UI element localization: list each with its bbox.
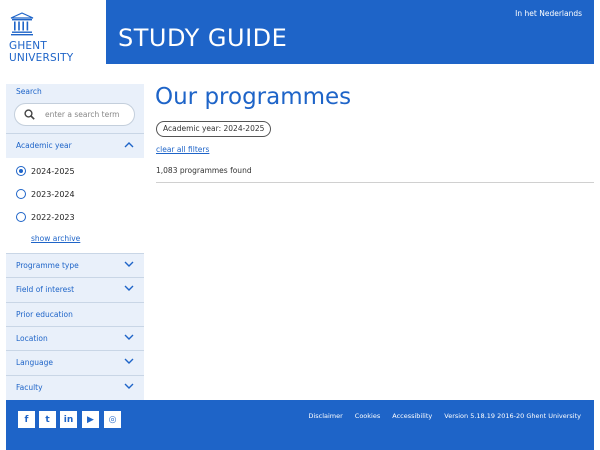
cookies-link[interactable]: Cookies	[355, 412, 380, 420]
filter-faculty[interactable]: Faculty	[6, 375, 144, 399]
chevron-down-icon	[124, 334, 134, 340]
radio-label: 2022-2023	[31, 212, 75, 222]
twitter-icon[interactable]: t	[39, 411, 56, 428]
university-name-line2: UNIVERSITY	[9, 52, 74, 64]
language-switch-link[interactable]: In het Nederlands	[515, 9, 582, 18]
building-icon	[10, 12, 34, 36]
filter-label: Field of interest	[16, 285, 75, 294]
radio-unselected-icon	[16, 212, 26, 222]
search-input[interactable]	[43, 107, 131, 122]
site-title[interactable]: STUDY GUIDE	[118, 24, 287, 52]
academic-year-options: 2024-2025 2023-2024 2022-2023 show archi…	[6, 158, 144, 254]
radio-label: 2024-2025	[31, 166, 75, 176]
accessibility-link[interactable]: Accessibility	[392, 412, 432, 420]
page-title: Our programmes	[155, 84, 352, 110]
filter-label: Faculty	[16, 383, 43, 392]
chevron-down-icon	[124, 261, 134, 267]
search-box[interactable]	[14, 103, 135, 126]
active-filter-chip[interactable]: Academic year: 2024-2025	[156, 121, 272, 137]
chevron-down-icon	[124, 358, 134, 364]
filter-location[interactable]: Location	[6, 326, 144, 350]
radio-unselected-icon	[16, 189, 26, 199]
filter-academic-year[interactable]: Academic year	[6, 133, 144, 157]
filter-prior-education[interactable]: Prior education	[6, 302, 144, 326]
linkedin-icon[interactable]: in	[60, 411, 77, 428]
radio-selected-icon	[16, 166, 26, 176]
footer-links: Disclaimer Cookies Accessibility Version…	[308, 412, 581, 420]
show-archive-link[interactable]: show archive	[31, 234, 80, 243]
results-count: 1,083 programmes found	[156, 166, 252, 175]
radio-year-2022-2023[interactable]: 2022-2023	[16, 212, 75, 222]
chevron-down-icon	[124, 285, 134, 291]
facebook-icon[interactable]: f	[18, 411, 35, 428]
version-text: Version 5.18.19 2016-20 Ghent University	[444, 412, 581, 420]
filter-label: Language	[16, 358, 54, 367]
university-logo[interactable]: GHENT UNIVERSITY	[0, 0, 106, 64]
filter-academic-year-label: Academic year	[16, 141, 72, 150]
filter-label: Programme type	[16, 261, 79, 270]
radio-year-2023-2024[interactable]: 2023-2024	[16, 189, 75, 199]
radio-label: 2023-2024	[31, 189, 75, 199]
disclaimer-link[interactable]: Disclaimer	[308, 412, 342, 420]
filter-label: Prior education	[16, 310, 73, 319]
radio-year-2024-2025[interactable]: 2024-2025	[16, 166, 75, 176]
clear-filters-link[interactable]: clear all filters	[156, 145, 209, 154]
university-name-line1: GHENT	[9, 40, 47, 52]
university-name: GHENT UNIVERSITY	[9, 40, 73, 64]
filter-programme-type[interactable]: Programme type	[6, 253, 144, 277]
search-label: Search	[16, 87, 42, 96]
header-banner: STUDY GUIDE In het Nederlands	[106, 0, 594, 64]
footer: f t in ▶ ◎ Disclaimer Cookies Accessibil…	[6, 400, 594, 450]
youtube-icon[interactable]: ▶	[82, 411, 99, 428]
instagram-icon[interactable]: ◎	[104, 411, 121, 428]
divider	[156, 182, 594, 183]
filter-language[interactable]: Language	[6, 350, 144, 374]
filter-sidebar: Search Academic year 2024-2025 2023-2024…	[6, 84, 144, 400]
filter-field-of-interest[interactable]: Field of interest	[6, 277, 144, 301]
search-icon	[24, 109, 35, 120]
chevron-up-icon	[124, 142, 134, 148]
filter-label: Location	[16, 334, 48, 343]
chevron-down-icon	[124, 383, 134, 389]
